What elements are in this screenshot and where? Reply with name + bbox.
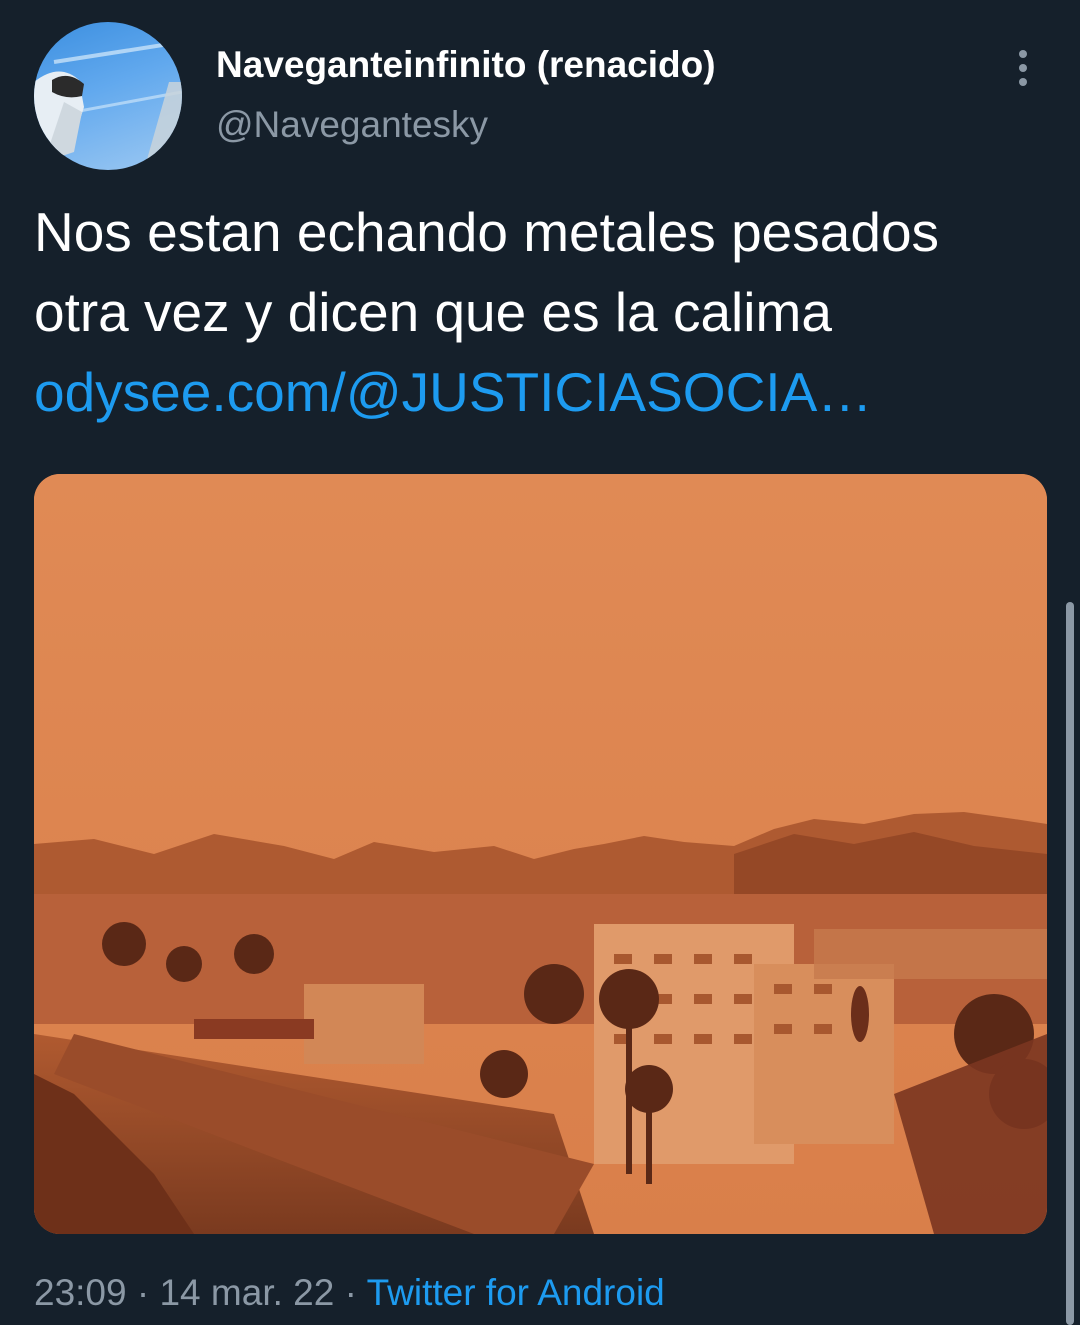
more-dot [1019, 78, 1027, 86]
tweet-date: 14 mar. 22 [159, 1272, 335, 1313]
tweet-text-line: Nos estan echando metales pesados [34, 201, 940, 263]
author-display-name[interactable]: Naveganteinfinito (renacido) [216, 44, 716, 86]
tweet-time: 23:09 [34, 1272, 127, 1313]
tweet-media-image[interactable] [34, 474, 1047, 1234]
meta-separator: · [136, 1272, 150, 1313]
more-vertical-icon[interactable] [1008, 46, 1038, 90]
media-photo [34, 474, 1047, 1234]
avatar-photo [34, 40, 182, 170]
tweet-text-line: otra vez y dicen que es la calima [34, 281, 832, 343]
more-dot [1019, 50, 1027, 58]
more-dot [1019, 64, 1027, 72]
meta-separator: · [344, 1272, 357, 1313]
tweet-link[interactable]: odysee.com/@JUSTICIASOCIA… [34, 352, 1044, 432]
tweet-source-link[interactable]: Twitter for Android [367, 1272, 665, 1313]
scrollbar[interactable] [1066, 602, 1074, 1325]
author-handle[interactable]: @Navegantesky [216, 104, 488, 146]
author-avatar[interactable] [34, 22, 182, 170]
tweet-text: Nos estan echando metales pesados otra v… [34, 192, 1044, 432]
tweet-metadata: 23:09 · 14 mar. 22 · Twitter for Android [34, 1272, 665, 1314]
